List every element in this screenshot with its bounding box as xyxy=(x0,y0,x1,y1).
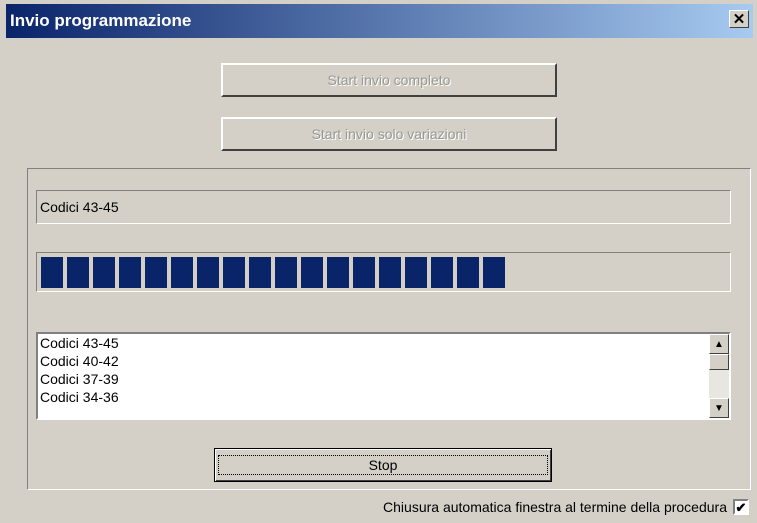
progress-segment xyxy=(67,257,89,288)
start-full-send-button[interactable]: Start invio completo xyxy=(221,63,557,97)
status-field: Codici 43-45 xyxy=(36,190,731,224)
progress-segment xyxy=(301,257,323,288)
arrow-up-icon: ▲ xyxy=(714,338,724,350)
vertical-scrollbar[interactable]: ▲ ▼ xyxy=(709,334,729,418)
log-list: Codici 43-45 Codici 40-42 Codici 37-39 C… xyxy=(38,334,729,406)
progress-segment xyxy=(119,257,141,288)
progress-segment xyxy=(431,257,453,288)
log-listbox[interactable]: Codici 43-45 Codici 40-42 Codici 37-39 C… xyxy=(36,332,731,420)
start-variations-send-label: Start invio solo variazioni xyxy=(311,126,467,142)
progress-segment xyxy=(41,257,63,288)
title-bar[interactable]: Invio programmazione ✕ xyxy=(6,4,753,38)
auto-close-checkbox[interactable]: ✔ xyxy=(733,499,749,515)
progress-segment xyxy=(93,257,115,288)
progress-segment xyxy=(379,257,401,288)
auto-close-option[interactable]: Chiusura automatica finestra al termine … xyxy=(383,499,749,515)
list-item[interactable]: Codici 37-39 xyxy=(38,370,729,388)
list-item[interactable]: Codici 43-45 xyxy=(38,334,729,352)
progress-segment xyxy=(483,257,505,288)
checkmark-icon: ✔ xyxy=(735,499,747,515)
progress-segment xyxy=(223,257,245,288)
scroll-thumb[interactable] xyxy=(709,354,729,370)
progress-segment xyxy=(327,257,349,288)
dialog-window: Invio programmazione ✕ Start invio compl… xyxy=(0,0,757,523)
progress-segment xyxy=(457,257,479,288)
stop-button[interactable]: Stop xyxy=(214,448,552,482)
window-title: Invio programmazione xyxy=(10,11,192,30)
stop-label: Stop xyxy=(217,455,549,475)
progress-bar xyxy=(36,252,731,292)
start-variations-send-button[interactable]: Start invio solo variazioni xyxy=(221,117,557,151)
progress-segment xyxy=(405,257,427,288)
start-full-send-label: Start invio completo xyxy=(327,72,451,88)
close-icon: ✕ xyxy=(732,10,746,28)
progress-segment xyxy=(145,257,167,288)
scroll-up-button[interactable]: ▲ xyxy=(709,334,729,354)
list-item[interactable]: Codici 34-36 xyxy=(38,388,729,406)
progress-segment xyxy=(197,257,219,288)
progress-segment xyxy=(353,257,375,288)
progress-segment xyxy=(275,257,297,288)
auto-close-label: Chiusura automatica finestra al termine … xyxy=(383,499,727,515)
progress-segment xyxy=(171,257,193,288)
progress-segment xyxy=(249,257,271,288)
close-button[interactable]: ✕ xyxy=(729,10,749,28)
scroll-down-button[interactable]: ▼ xyxy=(709,398,729,418)
list-item[interactable]: Codici 40-42 xyxy=(38,352,729,370)
arrow-down-icon: ▼ xyxy=(714,402,724,414)
status-text: Codici 43-45 xyxy=(40,199,119,215)
